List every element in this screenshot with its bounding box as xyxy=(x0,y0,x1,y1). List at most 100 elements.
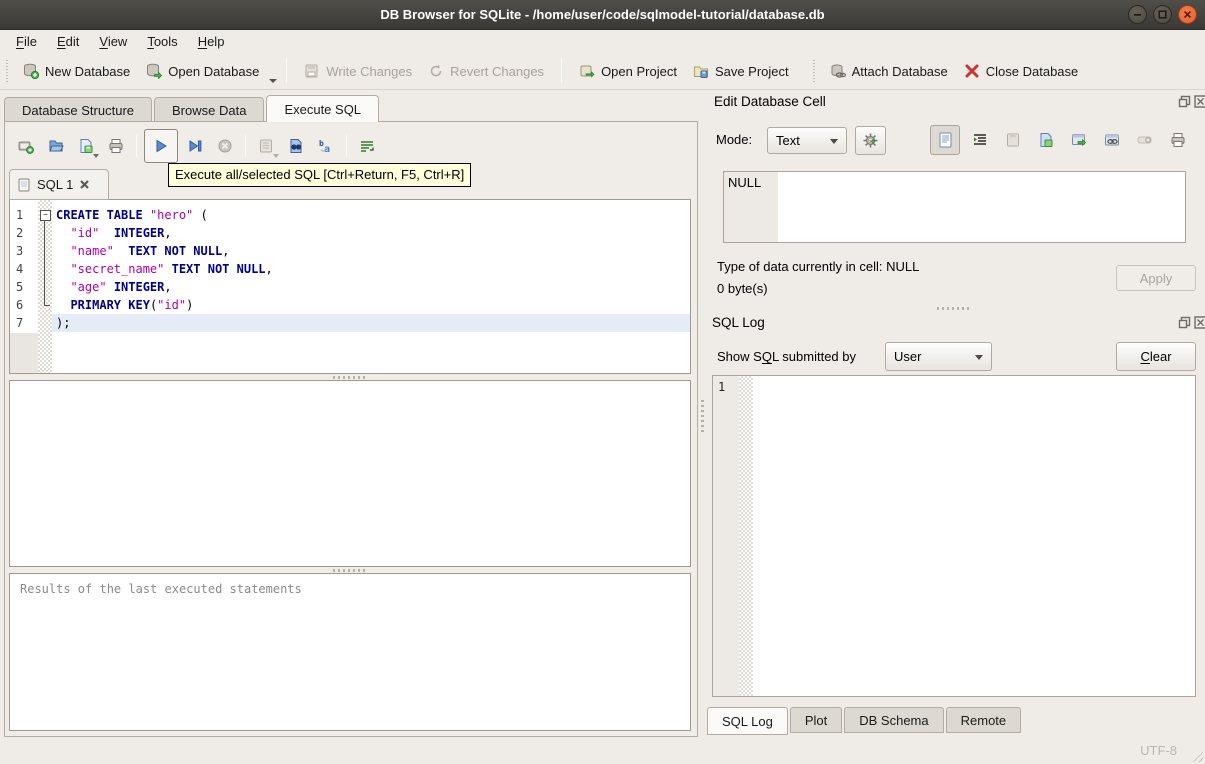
toolbar-handle[interactable] xyxy=(4,60,11,82)
save-file-icon xyxy=(80,139,93,153)
set-null-icon xyxy=(1137,136,1152,144)
word-wrap-icon xyxy=(361,141,374,152)
code-line[interactable]: 5 "age" INTEGER, xyxy=(10,278,690,296)
code-line[interactable]: 2 "id" INTEGER, xyxy=(10,224,690,242)
find-button[interactable] xyxy=(283,131,309,161)
export-text-button[interactable] xyxy=(1033,126,1059,154)
word-wrap-button[interactable] xyxy=(354,131,380,161)
print-sql-button[interactable] xyxy=(103,131,129,161)
minimize-button[interactable] xyxy=(1128,5,1147,24)
cell-value-editor[interactable]: NULL xyxy=(723,171,1186,243)
titlebar[interactable]: DB Browser for SQLite - /home/user/code/… xyxy=(0,0,1205,30)
line-number: 4 xyxy=(10,260,38,278)
stop-button[interactable] xyxy=(212,131,238,161)
open-database-dropdown-arrow[interactable] xyxy=(269,79,278,83)
tooltip: Execute all/selected SQL [Ctrl+Return, F… xyxy=(168,163,472,187)
open-in-external-button[interactable] xyxy=(1066,126,1092,154)
dock-splitter[interactable] xyxy=(712,304,1196,312)
code-text[interactable]: "id" INTEGER, xyxy=(52,224,690,242)
dock-close-icon[interactable] xyxy=(1194,95,1205,108)
database-open-icon xyxy=(147,63,163,79)
code-line[interactable]: 4 "secret_name" TEXT NOT NULL, xyxy=(10,260,690,278)
new-database-button[interactable]: New Database xyxy=(15,58,138,84)
code-text[interactable]: PRIMARY KEY("id") xyxy=(52,296,690,314)
dock-close-icon[interactable] xyxy=(1194,316,1205,329)
save-project-button[interactable]: Save Project xyxy=(685,58,797,84)
sql-log-dock-buttons xyxy=(1178,316,1205,329)
mode-combo[interactable]: Text xyxy=(767,127,847,154)
sql-log-view[interactable]: 1 xyxy=(712,375,1196,697)
format-sql-button[interactable]: ba xyxy=(313,131,339,161)
execute-all-button[interactable] xyxy=(144,129,178,163)
auto-mode-button[interactable] xyxy=(855,126,886,155)
code-text[interactable]: "secret_name" TEXT NOT NULL, xyxy=(52,260,690,278)
print-cell-button[interactable] xyxy=(1165,126,1191,154)
open-project-button[interactable]: Open Project xyxy=(571,58,685,84)
close-tab-icon[interactable] xyxy=(79,179,90,190)
tab-db-schema[interactable]: DB Schema xyxy=(844,707,944,733)
code-line[interactable]: 3 "name" TEXT NOT NULL, xyxy=(10,242,690,260)
tab-browse-data[interactable]: Browse Data xyxy=(154,97,265,122)
import-text-button[interactable] xyxy=(1000,126,1026,154)
code-lines[interactable]: 1CREATE TABLE "hero" (2 "id" INTEGER,3 "… xyxy=(10,206,690,332)
code-text[interactable]: "name" TEXT NOT NULL, xyxy=(52,242,690,260)
fold-marker[interactable] xyxy=(38,206,52,225)
dock-float-icon[interactable] xyxy=(1178,95,1191,108)
new-tab-icon xyxy=(18,141,34,154)
toolbar-handle[interactable] xyxy=(810,60,818,82)
revert-changes-button[interactable]: Revert Changes xyxy=(420,58,552,84)
sql-document-tab[interactable]: SQL 1 xyxy=(9,169,109,200)
sql-toolbar-separator xyxy=(136,135,137,157)
menu-view[interactable]: View xyxy=(89,31,137,52)
save-dropdown-arrow[interactable] xyxy=(93,154,99,158)
cell-size-text: 0 byte(s) xyxy=(717,281,768,296)
save-results-button[interactable] xyxy=(253,131,279,161)
tab-sql-log[interactable]: SQL Log xyxy=(707,707,788,735)
open-database-button[interactable]: Open Database xyxy=(138,58,267,84)
open-sql-file-button[interactable] xyxy=(43,131,69,161)
sql-code-editor[interactable]: 1CREATE TABLE "hero" (2 "id" INTEGER,3 "… xyxy=(9,199,691,374)
code-text[interactable]: ); xyxy=(52,314,690,332)
save-sql-file-button[interactable] xyxy=(73,131,99,161)
sql-doc-icon xyxy=(18,178,30,191)
tab-database-structure[interactable]: Database Structure xyxy=(4,97,153,122)
encoding-indicator[interactable]: UTF-8 xyxy=(1140,743,1177,758)
clear-log-button[interactable]: Clear xyxy=(1116,342,1196,371)
fold-column xyxy=(38,314,52,332)
sql-toolbar-separator xyxy=(346,135,347,157)
close-button[interactable] xyxy=(1178,5,1197,24)
results-message-panel[interactable]: Results of the last executed statements xyxy=(9,573,691,731)
set-null-button[interactable] xyxy=(1132,126,1158,154)
tab-execute-sql[interactable]: Execute SQL xyxy=(266,95,380,122)
mode-label: Mode: xyxy=(716,132,753,147)
menu-file[interactable]: File xyxy=(6,31,47,52)
code-line[interactable]: 1 CREATE TABLE "hero" ( xyxy=(10,206,690,225)
tab-plot[interactable]: Plot xyxy=(789,707,843,733)
code-line[interactable]: 7); xyxy=(10,314,690,332)
main-vertical-splitter[interactable] xyxy=(699,92,705,737)
execute-line-button[interactable] xyxy=(182,131,208,161)
copy-link-button[interactable] xyxy=(1099,126,1125,154)
attach-database-button[interactable]: Attach Database xyxy=(822,58,956,84)
text-mode-button[interactable] xyxy=(930,125,960,155)
cell-value: NULL xyxy=(728,175,762,190)
log-filter-combo[interactable]: User xyxy=(885,342,992,371)
code-text[interactable]: CREATE TABLE "hero" ( xyxy=(52,206,690,224)
resize-grip[interactable] xyxy=(1190,749,1203,762)
log-gutter xyxy=(713,376,739,696)
menu-help[interactable]: Help xyxy=(188,31,235,52)
maximize-button[interactable] xyxy=(1153,5,1172,24)
new-sql-tab-button[interactable] xyxy=(13,131,39,161)
menu-tools[interactable]: Tools xyxy=(137,31,187,52)
results-grid-panel[interactable] xyxy=(9,380,691,567)
menu-edit[interactable]: Edit xyxy=(47,31,89,52)
project-save-icon xyxy=(693,66,708,78)
tab-remote[interactable]: Remote xyxy=(945,707,1022,733)
word-wrap-cell-button[interactable] xyxy=(967,126,993,154)
write-changes-button[interactable]: Write Changes xyxy=(296,58,420,84)
dock-float-icon[interactable] xyxy=(1178,316,1191,329)
code-text[interactable]: "age" INTEGER, xyxy=(52,278,690,296)
code-line[interactable]: 6 PRIMARY KEY("id") xyxy=(10,296,690,314)
apply-button[interactable]: Apply xyxy=(1116,265,1196,291)
close-database-button[interactable]: Close Database xyxy=(956,58,1087,84)
